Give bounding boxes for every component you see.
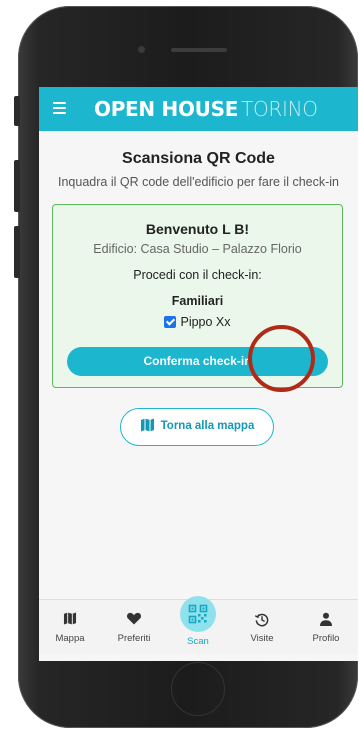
phone-volume-up <box>14 160 20 212</box>
annotation-circle <box>248 325 315 392</box>
app-header: OPEN HOUSE TORINO <box>39 87 358 131</box>
app-logo: OPEN HOUSE TORINO <box>94 96 318 122</box>
tab-label: Visite <box>250 633 274 644</box>
page-title: Scansiona QR Code <box>122 150 275 167</box>
family-member-name: Pippo Xx <box>180 315 231 329</box>
phone-home-button[interactable] <box>171 662 225 716</box>
logo-light-text: TORINO <box>241 97 318 121</box>
map-icon <box>140 418 154 432</box>
phone-mute-switch <box>14 96 20 126</box>
heart-icon <box>127 612 141 625</box>
hamburger-menu-icon[interactable] <box>53 102 66 114</box>
checkbox-checked-icon[interactable] <box>164 316 177 328</box>
tab-label: Preferiti <box>117 633 151 644</box>
family-group-label: Familiari <box>171 294 224 308</box>
scan-active-circle <box>180 596 216 632</box>
tab-mappa[interactable]: Mappa <box>42 600 98 654</box>
tab-profilo[interactable]: Profilo <box>298 600 354 654</box>
phone-volume-down <box>14 226 20 278</box>
tab-preferiti[interactable]: Preferiti <box>106 600 162 654</box>
building-name: Edificio: Casa Studio – Palazzo Florio <box>93 242 302 256</box>
tab-label: Profilo <box>312 633 340 644</box>
logo-bold-text: OPEN HOUSE <box>94 97 239 121</box>
welcome-text: Benvenuto L B! <box>145 221 250 237</box>
tab-label: Scan <box>187 636 209 647</box>
family-member-row[interactable]: Pippo Xx <box>53 315 342 329</box>
phone-camera <box>138 46 145 53</box>
back-to-map-button[interactable]: Torna alla mappa <box>120 408 274 446</box>
tab-label: Mappa <box>55 633 85 644</box>
tab-visite[interactable]: Visite <box>234 600 290 654</box>
map-icon <box>63 612 77 625</box>
phone-speaker <box>171 48 227 52</box>
bottom-tab-bar: Mappa Preferiti Scan Visite Profilo <box>39 596 358 654</box>
page-subtitle: Inquadra il QR code dell'edificio per fa… <box>58 175 339 189</box>
tab-scan[interactable]: Scan <box>170 596 226 654</box>
proceed-text: Procedi con il check-in: <box>133 268 262 282</box>
qr-code-icon <box>188 604 208 624</box>
person-icon <box>320 612 332 626</box>
back-to-map-label: Torna alla mappa <box>160 420 255 432</box>
history-icon <box>254 613 269 627</box>
